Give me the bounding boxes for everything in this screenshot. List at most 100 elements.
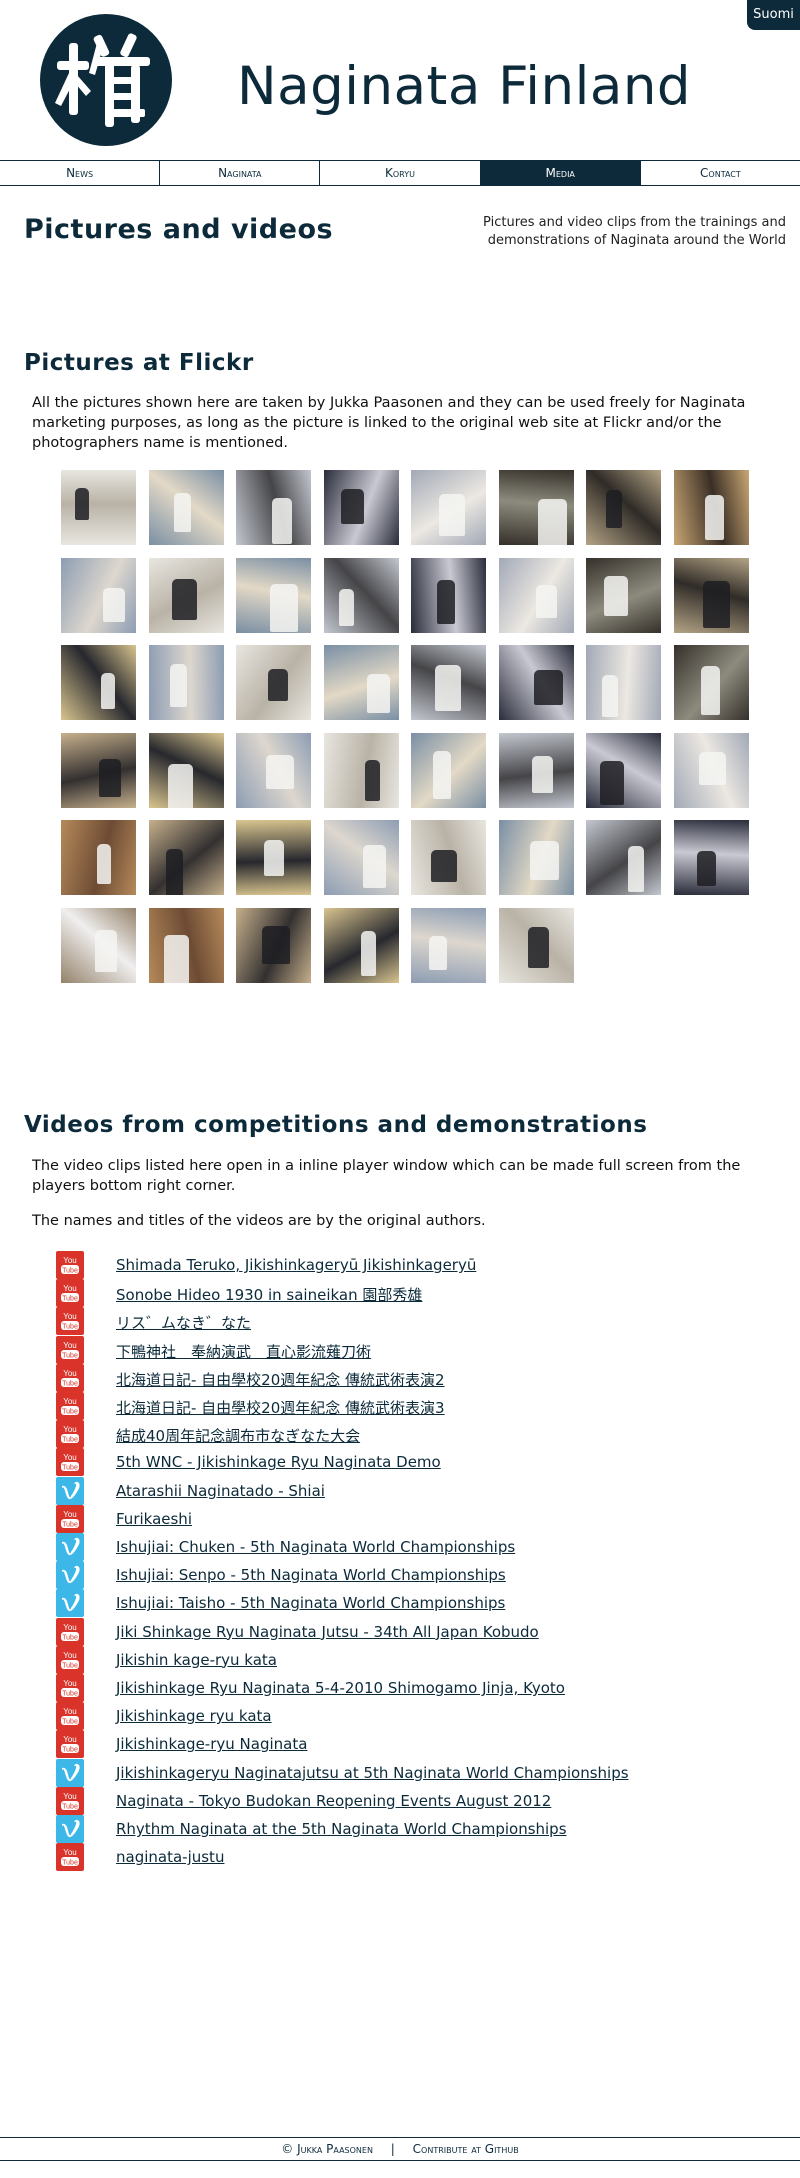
svg-text:Tube: Tube (62, 1860, 78, 1867)
flickr-thumbnail[interactable] (61, 557, 136, 633)
video-list-item: You Tube Naginata - Tokyo Budokan Reopenin… (56, 1786, 756, 1815)
flickr-thumbnail[interactable] (498, 470, 574, 545)
svg-text:Tube: Tube (62, 1380, 78, 1387)
thumbnail-figure-shape (264, 840, 284, 876)
video-link[interactable]: Ishujiai: Taisho - 5th Naginata World Ch… (116, 1594, 505, 1612)
video-link[interactable]: Naginata - Tokyo Budokan Reopening Event… (116, 1792, 551, 1810)
thumbnail-figure-shape (270, 583, 298, 632)
videos-note-text: The names and titles of the videos are b… (32, 1213, 486, 1229)
svg-text:Tube: Tube (62, 1521, 78, 1528)
video-link[interactable]: リス゛ムなき゛なた (116, 1312, 251, 1333)
flickr-thumbnail[interactable] (323, 820, 399, 895)
flickr-thumbnail[interactable] (586, 645, 661, 720)
video-link[interactable]: Jikishinkage-ryu Naginata (116, 1735, 307, 1753)
video-link[interactable]: 下鴨神社 奉納演武 直心影流薙刀術 (116, 1341, 371, 1362)
flickr-thumbnail[interactable] (61, 645, 136, 720)
flickr-thumbnail[interactable] (61, 732, 136, 808)
video-link[interactable]: Jikishinkage Ryu Naginata 5-4-2010 Shimo… (116, 1679, 565, 1697)
thumbnail-figure-shape (602, 675, 618, 717)
video-link[interactable]: Jikishinkage ryu kata (116, 1707, 272, 1725)
video-link[interactable]: Jikishin kage-ryu kata (116, 1651, 277, 1669)
flickr-thumbnail[interactable] (323, 907, 399, 983)
video-link[interactable]: 結成40周年記念調布市なぎなた大会 (116, 1425, 360, 1446)
video-link[interactable]: Jikishinkageryu Naginatajutsu at 5th Nag… (116, 1764, 629, 1782)
flickr-thumbnail[interactable] (148, 732, 224, 808)
video-link[interactable]: Ishujiai: Senpo - 5th Naginata World Cha… (116, 1566, 506, 1584)
video-link[interactable]: 北海道日記- 自由學校20週年紀念 傳統武術表演3 (116, 1397, 445, 1418)
flickr-thumbnail[interactable] (323, 557, 399, 633)
nav-news[interactable]: News (0, 161, 161, 185)
flickr-thumbnail[interactable] (673, 645, 749, 720)
flickr-thumbnail[interactable] (236, 470, 311, 545)
vimeo-icon (56, 1533, 84, 1561)
svg-text:Tube: Tube (62, 1691, 78, 1698)
video-link[interactable]: 5th WNC - Jikishinkage Ryu Naginata Demo (116, 1453, 441, 1471)
nav-koryu[interactable]: Koryu (320, 161, 481, 185)
svg-text:Tube: Tube (62, 1634, 78, 1641)
site-title[interactable]: Naginata Finland (237, 56, 691, 117)
thumbnail-figure-shape (167, 763, 193, 808)
flickr-thumbnail[interactable] (411, 732, 486, 808)
flickr-thumbnail[interactable] (61, 470, 136, 545)
video-link[interactable]: Shimada Teruko, Jikishinkageryū Jikishin… (116, 1256, 476, 1274)
video-list-item: Jikishinkageryu Naginatajutsu at 5th Nag… (56, 1758, 756, 1787)
video-link[interactable]: Jiki Shinkage Ryu Naginata Jutsu - 34th … (116, 1623, 539, 1641)
flickr-thumbnail[interactable] (411, 907, 486, 983)
svg-text:Tube: Tube (62, 1437, 78, 1444)
nav-contact[interactable]: Contact (641, 161, 800, 185)
flickr-thumbnail[interactable] (673, 820, 749, 895)
flickr-thumbnail[interactable] (673, 732, 749, 808)
video-link[interactable]: naginata-justu (116, 1848, 224, 1866)
flickr-thumbnail[interactable] (236, 732, 311, 808)
video-link[interactable]: Atarashii Naginatado - Shiai (116, 1482, 325, 1500)
flickr-thumbnail[interactable] (498, 820, 574, 895)
thumbnail-figure-shape (266, 754, 294, 789)
flickr-thumbnail[interactable] (411, 557, 486, 633)
flickr-thumbnail[interactable] (323, 732, 399, 808)
video-link[interactable]: Furikaeshi (116, 1510, 192, 1528)
flickr-thumbnail[interactable] (148, 645, 224, 720)
nav-media[interactable]: Media (480, 161, 641, 185)
flickr-thumbnail[interactable] (498, 907, 574, 983)
flickr-thumbnail[interactable] (411, 820, 486, 895)
flickr-thumbnail[interactable] (148, 820, 224, 895)
naginata-finland-logo[interactable] (39, 13, 173, 147)
flickr-thumbnail[interactable] (148, 557, 224, 633)
flickr-thumbnail[interactable] (236, 907, 311, 983)
flickr-thumbnail[interactable] (236, 645, 311, 720)
youtube-icon: You Tube (56, 1251, 84, 1279)
flickr-thumbnail[interactable] (323, 645, 399, 720)
flickr-thumbnail[interactable] (586, 820, 661, 895)
flickr-thumbnail[interactable] (236, 557, 311, 633)
flickr-thumbnail[interactable] (673, 557, 749, 633)
flickr-thumbnail[interactable] (61, 907, 136, 983)
video-link[interactable]: 北海道日記- 自由學校20週年紀念 傳統武術表演2 (116, 1369, 445, 1390)
flickr-thumbnail[interactable] (411, 645, 486, 720)
nav-naginata[interactable]: Naginata (160, 161, 321, 185)
youtube-icon: You Tube (56, 1363, 84, 1392)
footer-github-link[interactable]: Contribute at Github (413, 2142, 519, 2156)
page-title: Pictures and videos (24, 214, 334, 245)
flickr-thumbnail[interactable] (61, 820, 136, 895)
flickr-thumbnail[interactable] (236, 820, 311, 895)
flickr-thumbnail[interactable] (586, 470, 661, 545)
flickr-thumbnail[interactable] (498, 557, 574, 633)
flickr-thumbnail[interactable] (411, 470, 486, 545)
video-link[interactable]: Ishujiai: Chuken - 5th Naginata World Ch… (116, 1538, 515, 1556)
flickr-thumbnail[interactable] (498, 645, 574, 720)
flickr-thumbnail[interactable] (586, 557, 661, 633)
flickr-thumbnail[interactable] (148, 470, 224, 545)
flickr-thumbnail[interactable] (673, 470, 749, 545)
video-link[interactable]: Sonobe Hideo 1930 in saineikan 園部秀雄 (116, 1284, 422, 1305)
youtube-logo-glyph: You Tube (61, 1397, 79, 1416)
video-link[interactable]: Rhythm Naginata at the 5th Naginata Worl… (116, 1820, 567, 1838)
youtube-logo-glyph: You Tube (61, 1679, 79, 1698)
svg-text:You: You (63, 1679, 77, 1688)
flickr-thumbnail[interactable] (323, 470, 399, 545)
svg-text:You: You (63, 1623, 77, 1632)
footer-copyright-link[interactable]: © Jukka Paasonen (281, 2142, 373, 2156)
youtube-logo-glyph: You Tube (61, 1735, 79, 1754)
flickr-thumbnail[interactable] (148, 907, 224, 983)
flickr-thumbnail[interactable] (586, 732, 661, 808)
flickr-thumbnail[interactable] (498, 732, 574, 808)
